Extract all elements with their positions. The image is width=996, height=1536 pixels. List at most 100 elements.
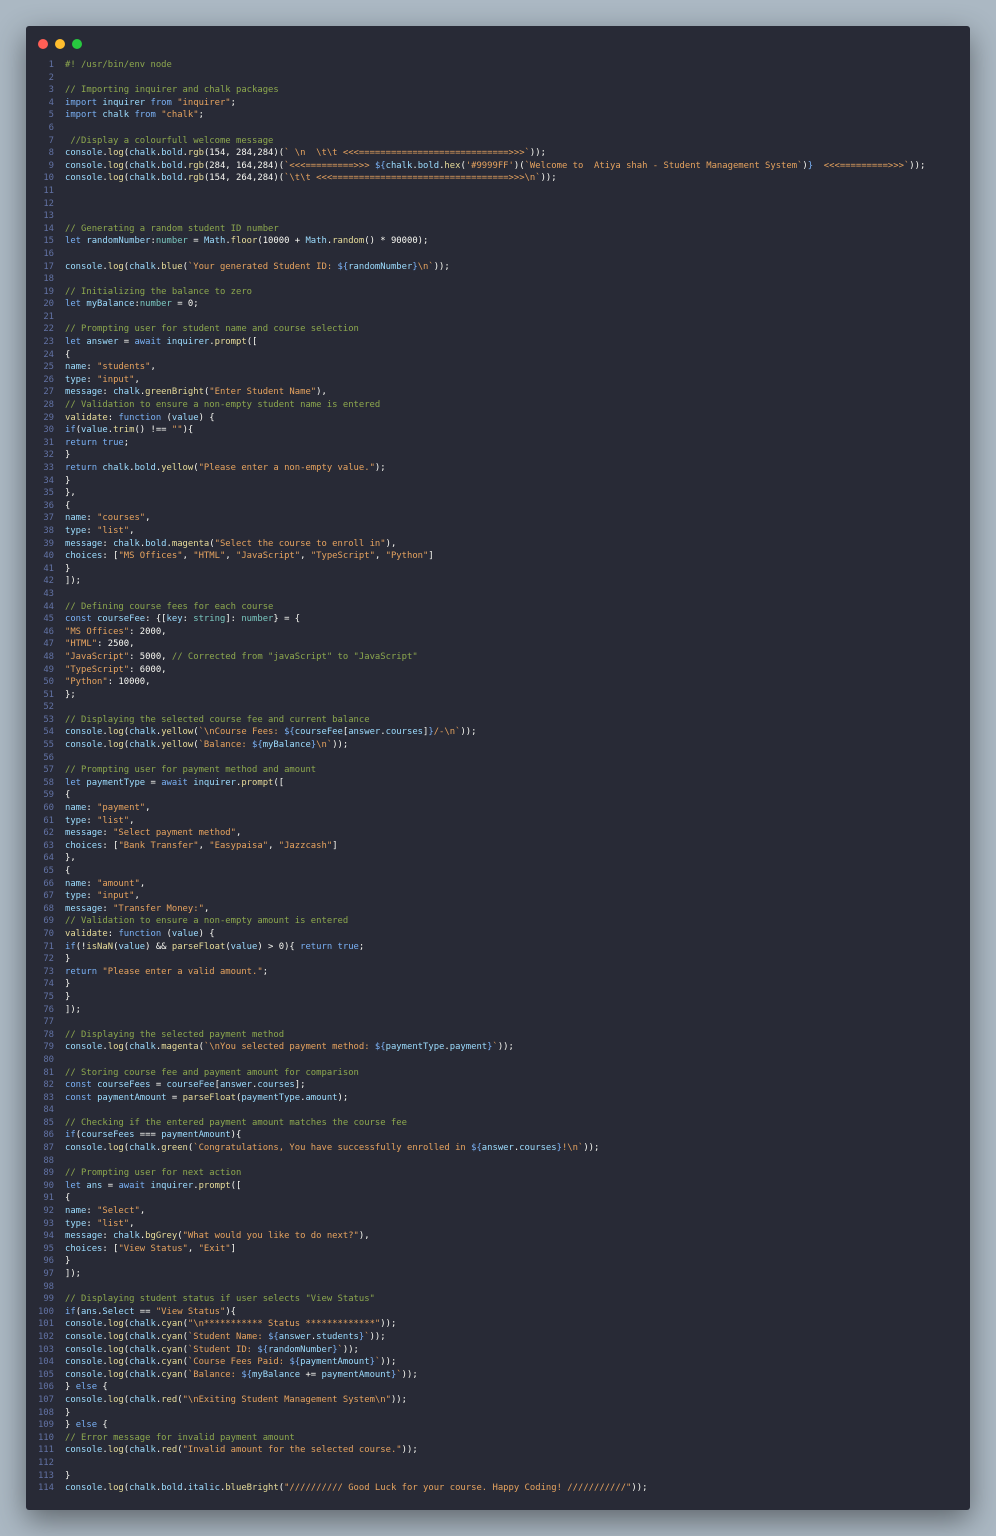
line-number: 16 — [43, 248, 54, 259]
line-number: 65 — [43, 866, 54, 876]
line-text: console.log(chalk.bold.rgb(154, 284,284)… — [65, 147, 546, 160]
line-number: 66 — [43, 878, 54, 889]
code-line: 56 — [26, 752, 970, 765]
line-number: 1 — [48, 60, 54, 70]
line-text: if(courseFees === paymentAmount){ — [65, 1129, 241, 1142]
line-text: // Validation to ensure a non-empty stud… — [65, 399, 380, 412]
line-number: 25 — [43, 362, 54, 373]
code-token: "Exit" — [198, 1243, 231, 1254]
code-token: rgb — [187, 173, 204, 184]
line-number: 15 — [43, 236, 54, 247]
code-token: : [ — [102, 551, 119, 562]
code-line: 99 // Displaying student status if user s… — [26, 1293, 970, 1306]
code-token: // Displaying the selected payment metho… — [65, 1029, 285, 1040]
code-token: ), — [316, 387, 327, 398]
code-token: yellow — [161, 463, 194, 473]
code-token: //Display a colourfull welcome message — [65, 135, 274, 146]
code-line: 35}, — [26, 487, 970, 500]
line-number: 107 — [37, 1394, 54, 1405]
code-token: myBalance — [86, 299, 135, 310]
code-token: ){ — [230, 1130, 242, 1141]
code-line: 105 console.log(chalk.cyan(`Balance: ${my… — [26, 1369, 970, 1382]
code-token: , — [268, 840, 279, 851]
code-line: 15 let randomNumber:number = Math.floor(1… — [26, 235, 970, 248]
code-token: myBalance — [252, 1369, 301, 1380]
code-line: 114 console.log(chalk.bold.italic.blueBri… — [26, 1482, 970, 1495]
code-token: `Congratulations, You have successfully … — [193, 1143, 472, 1154]
code-token: "\n*********** Status *************" — [187, 1319, 381, 1330]
code-token: ${ — [257, 1344, 269, 1355]
line-text: const paymentAmount = parseFloat(payment… — [65, 1092, 348, 1105]
code-token: cyan — [161, 1344, 183, 1355]
line-text: message: chalk.bgGrey("What would you li… — [65, 1230, 370, 1243]
line-text: "JavaScript": 5000, // Corrected from "j… — [65, 651, 418, 664]
code-token: name — [65, 1206, 87, 1217]
code-line: 101 console.log(chalk.cyan("\n***********… — [26, 1318, 970, 1331]
code-token: console — [65, 1319, 103, 1330]
code-token: } — [65, 1407, 71, 1418]
close-window-button[interactable] — [38, 39, 48, 49]
code-token: number — [155, 236, 188, 247]
line-text: name: "payment", — [65, 802, 151, 815]
code-token: log — [107, 1445, 124, 1456]
code-token: chalk — [129, 1143, 156, 1154]
line-text: return chalk.bold.yellow("Please enter a… — [65, 462, 386, 475]
code-line: 55 console.log(chalk.yellow(`Balance: ${m… — [26, 739, 970, 752]
code-token: : — [102, 1231, 114, 1242]
code-token: isNaN — [86, 941, 114, 952]
line-text: if(value.trim() !== ""){ — [65, 424, 193, 437]
code-line: 4 import inquirer from "inquirer"; — [26, 97, 970, 110]
code-token: function — [118, 412, 167, 423]
code-token: () * 90000); — [364, 236, 429, 247]
code-token: : — [86, 815, 98, 826]
code-token: )); — [540, 173, 557, 184]
line-number: 76 — [43, 1004, 54, 1015]
code-token: : — [86, 891, 98, 902]
code-token: ] — [332, 840, 338, 851]
code-token: await — [161, 777, 194, 788]
code-token: "Enter Student Name" — [209, 387, 317, 398]
line-number: 28 — [43, 400, 54, 411]
code-token: ${ — [241, 1369, 253, 1380]
code-token: log — [107, 1369, 124, 1380]
code-line: 107 console.log(chalk.red("\nExiting Stud… — [26, 1394, 970, 1407]
code-line: 63 choices: ["Bank Transfer", "Easypaisa"… — [26, 840, 970, 853]
line-number: 63 — [43, 840, 54, 851]
minimize-window-button[interactable] — [55, 39, 65, 49]
code-token: "chalk" — [161, 110, 199, 121]
code-token: )); — [380, 1357, 397, 1368]
line-number: 92 — [43, 1206, 54, 1217]
code-token: , — [129, 525, 135, 536]
code-line: 53 // Displaying the selected course fee … — [26, 714, 970, 727]
line-text: name: "students", — [65, 361, 156, 374]
code-token: , — [150, 362, 156, 373]
code-line: 71 if(!isNaN(value) && parseFloat(value) … — [26, 941, 970, 954]
code-token: log — [107, 1319, 124, 1330]
code-token: "courses" — [97, 513, 146, 524]
code-token: from — [145, 97, 178, 108]
line-text: validate: function (value) { — [65, 412, 215, 425]
code-line: 75} — [26, 991, 970, 1004]
code-token: if — [65, 1130, 76, 1141]
code-token: green — [161, 1143, 188, 1154]
code-line: 31 return true; — [26, 437, 970, 450]
line-text: type: "list", — [65, 1218, 134, 1231]
code-line: 32} — [26, 449, 970, 462]
code-token: inquirer — [166, 337, 210, 348]
code-token: ; — [123, 437, 130, 448]
code-token: "Select the course to enroll in" — [214, 538, 386, 549]
maximize-window-button[interactable] — [72, 39, 82, 49]
line-number: 55 — [43, 740, 54, 751]
line-text: // Displaying the selected course fee an… — [65, 714, 370, 727]
code-line: 59 { — [26, 789, 970, 802]
code-token: let — [65, 236, 87, 247]
line-text: const courseFee: {[key: string]: number}… — [65, 613, 300, 626]
code-token: console — [65, 1369, 103, 1380]
code-token: choices — [65, 840, 103, 851]
code-token: ) { — [198, 412, 215, 423]
code-token: , — [134, 374, 140, 385]
line-number: 29 — [43, 412, 54, 423]
code-token: : — [86, 803, 98, 814]
code-line: 95 choices: ["View Status", "Exit"] — [26, 1243, 970, 1256]
code-token: chalk — [129, 148, 156, 159]
